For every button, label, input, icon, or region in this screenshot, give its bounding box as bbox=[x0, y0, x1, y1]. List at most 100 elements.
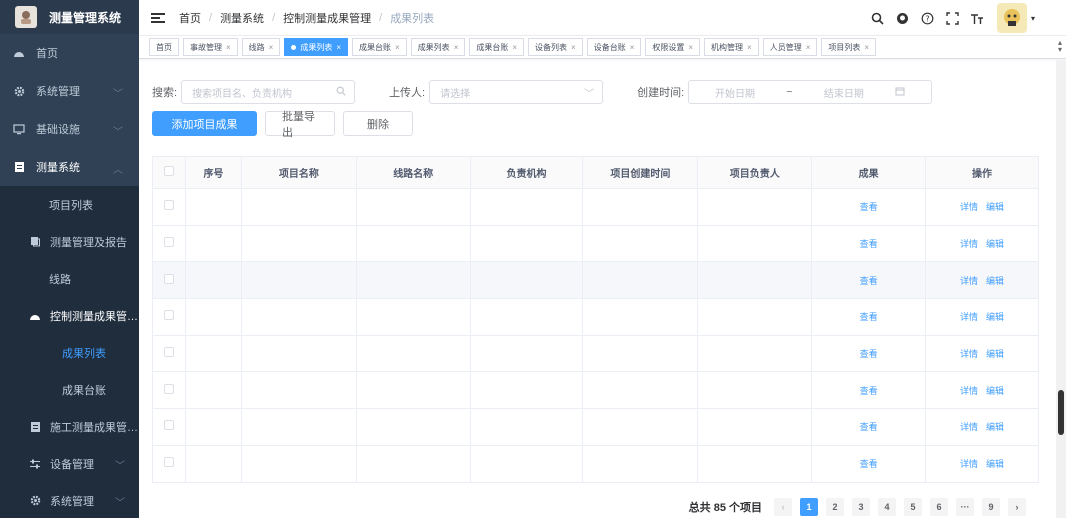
uploader-select[interactable]: 请选择 ﹀ bbox=[429, 80, 604, 104]
row-checkbox[interactable] bbox=[163, 347, 174, 358]
detail-link[interactable]: 详情 bbox=[960, 349, 978, 359]
close-icon[interactable]: × bbox=[269, 43, 274, 52]
page-button[interactable]: 2 bbox=[826, 498, 844, 516]
edit-link[interactable]: 编辑 bbox=[986, 312, 1004, 322]
detail-link[interactable]: 详情 bbox=[960, 459, 978, 469]
next-page-button[interactable]: › bbox=[1008, 498, 1026, 516]
view-link[interactable]: 查看 bbox=[860, 202, 878, 212]
breadcrumb-item[interactable]: 首页 bbox=[179, 10, 201, 26]
tag-result-list[interactable]: 成果列表 × bbox=[410, 38, 466, 56]
search-input[interactable]: 搜索项目名、负责机构 bbox=[181, 80, 356, 104]
page-button[interactable]: 6 bbox=[930, 498, 948, 516]
detail-link[interactable]: 详情 bbox=[960, 276, 978, 286]
tag-result-ledger-2[interactable]: 成果台账 × bbox=[469, 38, 525, 56]
add-result-button[interactable]: 添加项目成果 bbox=[152, 111, 257, 136]
date-range-picker[interactable]: 开始日期 ~ 结束日期 bbox=[688, 80, 933, 104]
sidebar-item-result-ledger[interactable]: 成果台账 bbox=[0, 371, 139, 408]
tag-device-ledger[interactable]: 设备台账 × bbox=[586, 38, 642, 56]
sidebar-item-survey[interactable]: 测量系统 ︿ bbox=[0, 148, 139, 186]
sidebar-item-infrastructure[interactable]: 基础设施 ﹀ bbox=[0, 110, 139, 148]
view-link[interactable]: 查看 bbox=[860, 312, 878, 322]
hamburger-icon[interactable] bbox=[151, 11, 165, 25]
table-row[interactable]: 查看 详情 编辑 bbox=[152, 261, 1039, 300]
close-icon[interactable]: × bbox=[571, 43, 576, 52]
tag-accident[interactable]: 事故管理 × bbox=[183, 38, 238, 56]
row-checkbox[interactable] bbox=[163, 420, 174, 431]
breadcrumb-item[interactable]: 测量系统 bbox=[220, 10, 264, 26]
page-button[interactable]: 3 bbox=[852, 498, 870, 516]
edit-link[interactable]: 编辑 bbox=[986, 276, 1004, 286]
page-button[interactable]: 9 bbox=[982, 498, 1000, 516]
page-ellipsis[interactable]: ··· bbox=[956, 498, 974, 516]
scroll-arrows-icon[interactable]: ▴ ▾ bbox=[1058, 39, 1062, 54]
close-icon[interactable]: × bbox=[630, 43, 635, 52]
close-icon[interactable]: × bbox=[512, 43, 517, 52]
tag-result-ledger[interactable]: 成果台账 × bbox=[352, 38, 407, 56]
view-link[interactable]: 查看 bbox=[860, 422, 878, 432]
page-button[interactable]: 1 bbox=[800, 498, 818, 516]
edit-link[interactable]: 编辑 bbox=[986, 239, 1004, 249]
sidebar-item-system-mgmt-2[interactable]: 系统管理 ﹀ bbox=[0, 482, 139, 518]
sidebar-item-device-mgmt[interactable]: 设备管理 ﹀ bbox=[0, 445, 139, 482]
sidebar-item-route[interactable]: 线路 bbox=[0, 260, 139, 297]
row-checkbox[interactable] bbox=[163, 200, 174, 211]
tag-route[interactable]: 线路 × bbox=[241, 38, 281, 56]
row-checkbox[interactable] bbox=[163, 273, 174, 284]
table-row[interactable]: 查看 详情 编辑 bbox=[152, 298, 1039, 336]
close-icon[interactable]: × bbox=[806, 43, 811, 52]
avatar[interactable] bbox=[997, 3, 1027, 33]
breadcrumb-item[interactable]: 控制测量成果管理 bbox=[283, 10, 371, 26]
view-link[interactable]: 查看 bbox=[860, 349, 878, 359]
prev-page-button[interactable]: ‹ bbox=[774, 498, 792, 516]
close-icon[interactable]: × bbox=[747, 43, 752, 52]
table-row[interactable]: 查看 详情 编辑 bbox=[152, 444, 1039, 483]
detail-link[interactable]: 详情 bbox=[960, 422, 978, 432]
batch-export-button[interactable]: 批量导出 bbox=[265, 111, 335, 139]
close-icon[interactable]: × bbox=[226, 43, 231, 52]
tag-permissions[interactable]: 权限设置 × bbox=[645, 38, 701, 56]
sidebar-item-result-list[interactable]: 成果列表 bbox=[0, 334, 139, 371]
sidebar-item-survey-reports[interactable]: 测量管理及报告 ﹀ bbox=[0, 223, 139, 260]
tag-result-list-active[interactable]: 成果列表 × bbox=[284, 38, 349, 56]
table-row[interactable]: 查看 详情 编辑 bbox=[152, 334, 1039, 373]
caret-down-icon[interactable]: ▾ bbox=[1030, 11, 1036, 25]
tag-staff-mgmt[interactable]: 人员管理 × bbox=[762, 38, 818, 56]
table-row[interactable]: 查看 详情 编辑 bbox=[152, 408, 1039, 446]
tag-home[interactable]: 首页 bbox=[149, 38, 179, 56]
github-icon[interactable] bbox=[895, 11, 909, 25]
close-icon[interactable]: × bbox=[395, 43, 400, 52]
help-icon[interactable]: ? bbox=[920, 11, 934, 25]
edit-link[interactable]: 编辑 bbox=[986, 386, 1004, 396]
scrollbar-thumb[interactable] bbox=[1058, 390, 1064, 435]
select-all-checkbox[interactable] bbox=[163, 166, 174, 176]
view-link[interactable]: 查看 bbox=[860, 386, 878, 396]
edit-link[interactable]: 编辑 bbox=[986, 422, 1004, 432]
detail-link[interactable]: 详情 bbox=[960, 239, 978, 249]
page-button[interactable]: 5 bbox=[904, 498, 922, 516]
row-checkbox[interactable] bbox=[163, 237, 174, 248]
detail-link[interactable]: 详情 bbox=[960, 202, 978, 212]
detail-link[interactable]: 详情 bbox=[960, 386, 978, 396]
edit-link[interactable]: 编辑 bbox=[986, 349, 1004, 359]
row-checkbox[interactable] bbox=[163, 457, 174, 468]
sidebar-item-construction-survey[interactable]: 施工测量成果管… bbox=[0, 408, 139, 445]
view-link[interactable]: 查看 bbox=[860, 239, 878, 249]
row-checkbox[interactable] bbox=[163, 383, 174, 394]
detail-link[interactable]: 详情 bbox=[960, 312, 978, 322]
table-row[interactable]: 查看 详情 编辑 bbox=[152, 188, 1039, 226]
close-icon[interactable]: × bbox=[336, 43, 341, 52]
view-link[interactable]: 查看 bbox=[860, 276, 878, 286]
edit-link[interactable]: 编辑 bbox=[986, 459, 1004, 469]
row-checkbox[interactable] bbox=[163, 310, 174, 321]
edit-link[interactable]: 编辑 bbox=[986, 202, 1004, 212]
search-icon[interactable] bbox=[870, 11, 884, 25]
close-icon[interactable]: × bbox=[688, 43, 693, 52]
font-size-icon[interactable] bbox=[970, 11, 984, 25]
logo[interactable]: 测量管理系统 bbox=[0, 0, 139, 34]
sidebar-item-home[interactable]: 首页 bbox=[0, 34, 139, 72]
tag-project-list[interactable]: 项目列表 × bbox=[821, 38, 877, 56]
close-icon[interactable]: × bbox=[864, 43, 869, 52]
view-link[interactable]: 查看 bbox=[860, 459, 878, 469]
page-scrollbar[interactable] bbox=[1056, 60, 1066, 518]
fullscreen-icon[interactable] bbox=[945, 11, 959, 25]
